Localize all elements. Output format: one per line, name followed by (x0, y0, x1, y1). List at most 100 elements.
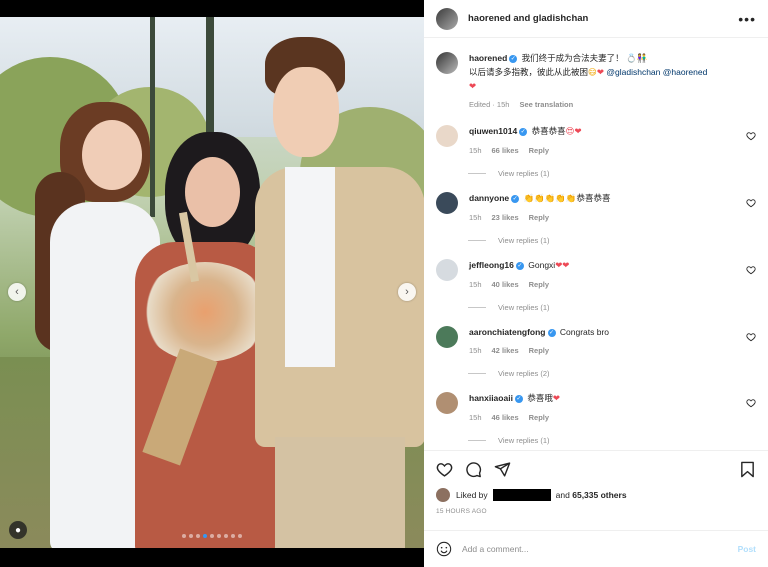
likes-count[interactable]: 65,335 others (572, 490, 626, 500)
comment-time: 15h (469, 213, 482, 222)
rings-emoji-icon: 💍👫 (626, 54, 648, 64)
view-replies-line (468, 240, 486, 241)
post-photo[interactable]: ‹ › ● (0, 17, 424, 548)
see-translation-link[interactable]: See translation (519, 98, 573, 111)
view-replies-button[interactable]: View replies (1) (468, 436, 756, 445)
comment-likes[interactable]: 66 likes (492, 144, 519, 157)
redacted-username (492, 489, 551, 501)
like-comment-heart-icon[interactable] (746, 332, 756, 342)
view-replies-label: View replies (2) (498, 369, 550, 378)
more-horizontal-icon[interactable]: ••• (738, 11, 756, 27)
comment-likes[interactable]: 40 likes (492, 278, 519, 291)
like-comment-heart-icon[interactable] (746, 198, 756, 208)
comment-emoji: ❤ (552, 394, 560, 404)
comments-list[interactable]: haorened ✓ 我们终于成为合法夫妻了！ 💍👫 以后请多多指教，彼此从此被困… (424, 40, 768, 450)
heart-emoji-icon: ❤ (469, 81, 477, 91)
comment-likes[interactable]: 23 likes (492, 211, 519, 224)
reply-button[interactable]: Reply (529, 278, 549, 291)
comment-item: jeffleong16 ✓ Gongxi❤❤ 15h 40 likes Reply (436, 259, 756, 291)
heart-icon[interactable] (436, 461, 453, 478)
view-replies-label: View replies (1) (498, 436, 550, 445)
mention-link[interactable]: @haorened (663, 67, 708, 77)
comment-text: 恭喜哦 (527, 393, 553, 403)
comment-emoji: 👏👏👏👏👏 (523, 194, 577, 204)
post-author-title[interactable]: haorened and gladishchan (468, 13, 738, 24)
carousel-dot (196, 534, 200, 538)
like-comment-heart-icon[interactable] (746, 398, 756, 408)
avatar[interactable] (436, 192, 458, 214)
avatar[interactable] (436, 7, 458, 30)
comment-item: qiuwen1014 ✓ 恭喜恭喜😍❤ 15h 66 likes Reply (436, 125, 756, 157)
carousel-dot (210, 534, 214, 538)
avatar[interactable] (436, 326, 458, 348)
view-replies-label: View replies (1) (498, 169, 550, 178)
view-replies-line (468, 440, 486, 441)
carousel-dot (189, 534, 193, 538)
comment-icon[interactable] (465, 461, 482, 478)
comment-text: Congrats bro (559, 327, 610, 337)
comment-likes[interactable]: 42 likes (492, 344, 519, 357)
emoji-smile-icon[interactable] (436, 541, 452, 557)
like-comment-heart-icon[interactable] (746, 265, 756, 275)
reply-button[interactable]: Reply (529, 211, 549, 224)
comment-item: aaronchiatengfong ✓ Congrats bro 15h 42 l… (436, 326, 756, 357)
comment-input[interactable] (462, 544, 738, 554)
avatar[interactable] (436, 392, 458, 414)
smile-emoji-icon: 😄 (588, 68, 597, 78)
mention-link[interactable]: @gladishchan (606, 67, 660, 77)
verified-badge-icon: ✓ (514, 394, 523, 403)
caption-text-1: 我们终于成为合法夫妻了！ (521, 53, 624, 63)
comment-text: Gongxi (528, 260, 556, 270)
likes-summary[interactable]: Liked by and 65,335 others (436, 488, 756, 502)
post-timestamp: 15 HOURS AGO (436, 508, 487, 515)
comment-username[interactable]: jeffleong16 (469, 260, 514, 270)
comment-text: 恭喜恭喜 (576, 193, 611, 203)
avatar[interactable] (436, 52, 458, 74)
user-tags-icon[interactable]: ● (9, 521, 27, 539)
comment-likes[interactable]: 46 likes (492, 411, 519, 424)
comment-time: 15h (469, 346, 482, 355)
carousel-prev-button[interactable]: ‹ (8, 283, 26, 301)
carousel-dot (217, 534, 221, 538)
carousel-dot (238, 534, 242, 538)
comment-time: 15h (469, 146, 482, 155)
view-replies-button[interactable]: View replies (2) (468, 369, 756, 378)
carousel-dots (182, 534, 242, 538)
comment-item: hanxiiaoaii ✓ 恭喜哦❤ 15h 46 likes Reply (436, 392, 756, 424)
caption-username[interactable]: haorened (469, 53, 507, 63)
comment-meta: 15h 23 likes Reply (469, 211, 756, 224)
carousel-dot (182, 534, 186, 538)
view-replies-button[interactable]: View replies (1) (468, 236, 756, 245)
liker-avatar (436, 488, 450, 502)
post-comment-button[interactable]: Post (738, 544, 756, 554)
comment-username[interactable]: aaronchiatengfong (469, 327, 546, 337)
comment-meta: 15h 42 likes Reply (469, 344, 756, 357)
comment-username[interactable]: hanxiiaoaii (469, 393, 513, 403)
bookmark-icon[interactable] (739, 461, 756, 478)
comment-meta: 15h 40 likes Reply (469, 278, 756, 291)
post-actions: Liked by and 65,335 others 15 HOURS AGO (424, 450, 768, 523)
comment-meta: 15h 66 likes Reply (469, 144, 756, 157)
comment-username[interactable]: qiuwen1014 (469, 126, 517, 136)
carousel-dot (231, 534, 235, 538)
comment-meta: 15h 46 likes Reply (469, 411, 756, 424)
avatar[interactable] (436, 259, 458, 281)
comment-username[interactable]: dannyone (469, 193, 509, 203)
avatar[interactable] (436, 125, 458, 147)
comment-text: 恭喜恭喜 (531, 126, 566, 136)
view-replies-button[interactable]: View replies (1) (468, 303, 756, 312)
share-icon[interactable] (494, 461, 511, 478)
verified-badge-icon: ✓ (511, 194, 520, 203)
reply-button[interactable]: Reply (529, 344, 549, 357)
reply-button[interactable]: Reply (529, 411, 549, 424)
view-replies-line (468, 373, 486, 374)
reply-button[interactable]: Reply (529, 144, 549, 157)
likes-prefix: Liked by (456, 490, 488, 500)
view-replies-label: View replies (1) (498, 303, 550, 312)
view-replies-button[interactable]: View replies (1) (468, 169, 756, 178)
comment-emoji: 😍❤ (565, 127, 582, 137)
comment-time: 15h (469, 280, 482, 289)
carousel-next-button[interactable]: › (398, 283, 416, 301)
view-replies-line (468, 173, 486, 174)
like-comment-heart-icon[interactable] (746, 131, 756, 141)
